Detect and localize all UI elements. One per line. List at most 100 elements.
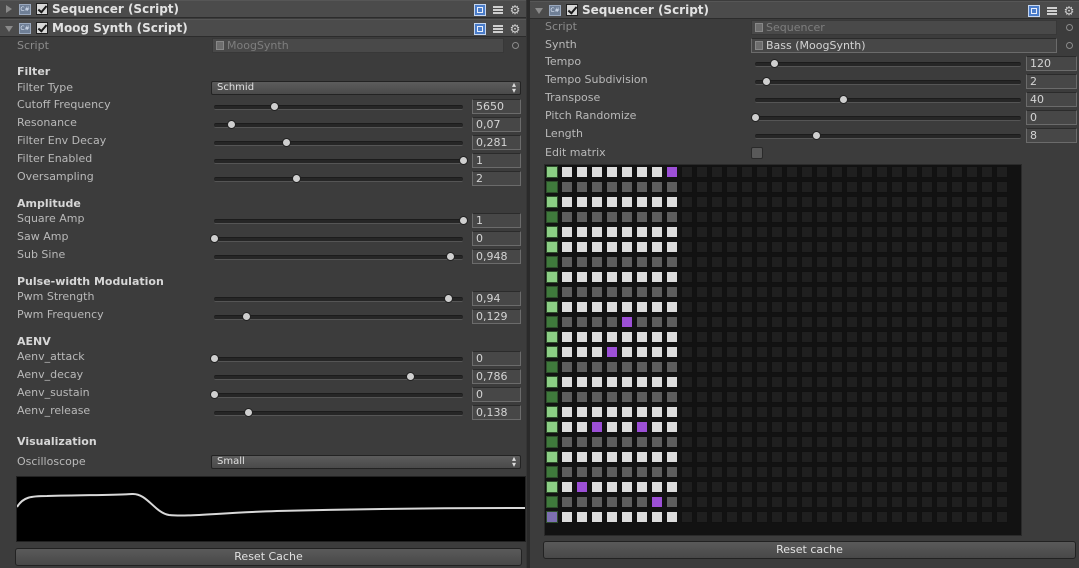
matrix-cell[interactable] bbox=[606, 331, 618, 343]
matrix-cell[interactable] bbox=[591, 271, 603, 283]
matrix-cell[interactable] bbox=[621, 166, 633, 178]
matrix-cell[interactable] bbox=[591, 496, 603, 508]
matrix-cell[interactable] bbox=[756, 376, 768, 388]
matrix-cell[interactable] bbox=[696, 181, 708, 193]
matrix-cell[interactable] bbox=[771, 256, 783, 268]
matrix-cell[interactable] bbox=[906, 271, 918, 283]
matrix-cell[interactable] bbox=[846, 436, 858, 448]
matrix-cell[interactable] bbox=[996, 496, 1008, 508]
matrix-cell[interactable] bbox=[846, 391, 858, 403]
matrix-cell[interactable] bbox=[666, 331, 678, 343]
matrix-cell[interactable] bbox=[861, 481, 873, 493]
matrix-cell[interactable] bbox=[876, 451, 888, 463]
matrix-cell[interactable] bbox=[936, 361, 948, 373]
matrix-cell[interactable] bbox=[621, 181, 633, 193]
book-icon[interactable] bbox=[474, 23, 486, 35]
object-picker-icon[interactable] bbox=[1066, 42, 1073, 49]
matrix-cell[interactable] bbox=[726, 226, 738, 238]
matrix-cell[interactable] bbox=[846, 226, 858, 238]
matrix-cell[interactable] bbox=[771, 496, 783, 508]
matrix-cell[interactable] bbox=[621, 511, 633, 523]
matrix-cell[interactable] bbox=[966, 436, 978, 448]
matrix-cell[interactable] bbox=[741, 361, 753, 373]
matrix-cell[interactable] bbox=[621, 466, 633, 478]
matrix-cell[interactable] bbox=[951, 466, 963, 478]
matrix-cell[interactable] bbox=[816, 286, 828, 298]
matrix-cell[interactable] bbox=[831, 211, 843, 223]
matrix-cell[interactable] bbox=[621, 361, 633, 373]
matrix-cell[interactable] bbox=[831, 481, 843, 493]
matrix-cell[interactable] bbox=[756, 301, 768, 313]
matrix-cell[interactable] bbox=[681, 376, 693, 388]
slider-track[interactable] bbox=[214, 174, 463, 183]
matrix-cell[interactable] bbox=[831, 451, 843, 463]
matrix-cell[interactable] bbox=[636, 241, 648, 253]
matrix-cell[interactable] bbox=[756, 436, 768, 448]
matrix-cell[interactable] bbox=[591, 286, 603, 298]
matrix-cell[interactable] bbox=[861, 466, 873, 478]
matrix-cell[interactable] bbox=[966, 331, 978, 343]
matrix-cell[interactable] bbox=[636, 391, 648, 403]
matrix-cell[interactable] bbox=[576, 286, 588, 298]
matrix-cell[interactable] bbox=[561, 376, 573, 388]
matrix-cell[interactable] bbox=[951, 271, 963, 283]
matrix-cell[interactable] bbox=[591, 511, 603, 523]
matrix-cell[interactable] bbox=[561, 511, 573, 523]
slider-value-field[interactable]: 5650 bbox=[472, 99, 521, 114]
matrix-cell[interactable] bbox=[981, 391, 993, 403]
matrix-cell[interactable] bbox=[786, 301, 798, 313]
matrix-cell[interactable] bbox=[741, 226, 753, 238]
piano-key-cell[interactable] bbox=[546, 226, 558, 238]
matrix-cell[interactable] bbox=[891, 496, 903, 508]
matrix-cell[interactable] bbox=[636, 196, 648, 208]
matrix-cell[interactable] bbox=[921, 196, 933, 208]
matrix-cell[interactable] bbox=[786, 346, 798, 358]
matrix-cell[interactable] bbox=[561, 166, 573, 178]
matrix-cell[interactable] bbox=[906, 286, 918, 298]
matrix-cell[interactable] bbox=[741, 316, 753, 328]
matrix-cell[interactable] bbox=[801, 331, 813, 343]
matrix-cell[interactable] bbox=[756, 421, 768, 433]
matrix-cell[interactable] bbox=[816, 511, 828, 523]
matrix-cell[interactable] bbox=[891, 421, 903, 433]
matrix-cell[interactable] bbox=[876, 361, 888, 373]
matrix-cell[interactable] bbox=[981, 331, 993, 343]
matrix-cell[interactable] bbox=[726, 166, 738, 178]
matrix-cell[interactable] bbox=[651, 196, 663, 208]
matrix-cell[interactable] bbox=[621, 331, 633, 343]
matrix-cell[interactable] bbox=[771, 481, 783, 493]
matrix-cell[interactable] bbox=[726, 436, 738, 448]
matrix-cell[interactable] bbox=[756, 346, 768, 358]
matrix-cell[interactable] bbox=[801, 496, 813, 508]
matrix-cell[interactable] bbox=[966, 451, 978, 463]
matrix-cell[interactable] bbox=[801, 376, 813, 388]
matrix-cell[interactable] bbox=[666, 256, 678, 268]
matrix-cell[interactable] bbox=[606, 271, 618, 283]
slider-track[interactable] bbox=[755, 95, 1021, 104]
matrix-cell[interactable] bbox=[591, 466, 603, 478]
matrix-cell[interactable] bbox=[771, 361, 783, 373]
gear-icon[interactable]: ⚙ bbox=[509, 23, 521, 35]
matrix-cell[interactable] bbox=[636, 301, 648, 313]
matrix-cell[interactable] bbox=[801, 406, 813, 418]
matrix-cell[interactable] bbox=[801, 166, 813, 178]
matrix-cell[interactable] bbox=[621, 196, 633, 208]
matrix-note-cell[interactable] bbox=[621, 316, 633, 328]
matrix-cell[interactable] bbox=[576, 451, 588, 463]
matrix-cell[interactable] bbox=[666, 316, 678, 328]
matrix-cell[interactable] bbox=[711, 361, 723, 373]
matrix-cell[interactable] bbox=[741, 421, 753, 433]
piano-key-cell[interactable] bbox=[546, 496, 558, 508]
matrix-cell[interactable] bbox=[981, 271, 993, 283]
matrix-cell[interactable] bbox=[906, 406, 918, 418]
matrix-cell[interactable] bbox=[801, 316, 813, 328]
matrix-cell[interactable] bbox=[936, 241, 948, 253]
matrix-cell[interactable] bbox=[876, 511, 888, 523]
matrix-cell[interactable] bbox=[816, 496, 828, 508]
matrix-cell[interactable] bbox=[756, 286, 768, 298]
matrix-cell[interactable] bbox=[771, 391, 783, 403]
matrix-cell[interactable] bbox=[906, 421, 918, 433]
matrix-cell[interactable] bbox=[621, 241, 633, 253]
piano-key-cell[interactable] bbox=[546, 466, 558, 478]
matrix-cell[interactable] bbox=[591, 331, 603, 343]
